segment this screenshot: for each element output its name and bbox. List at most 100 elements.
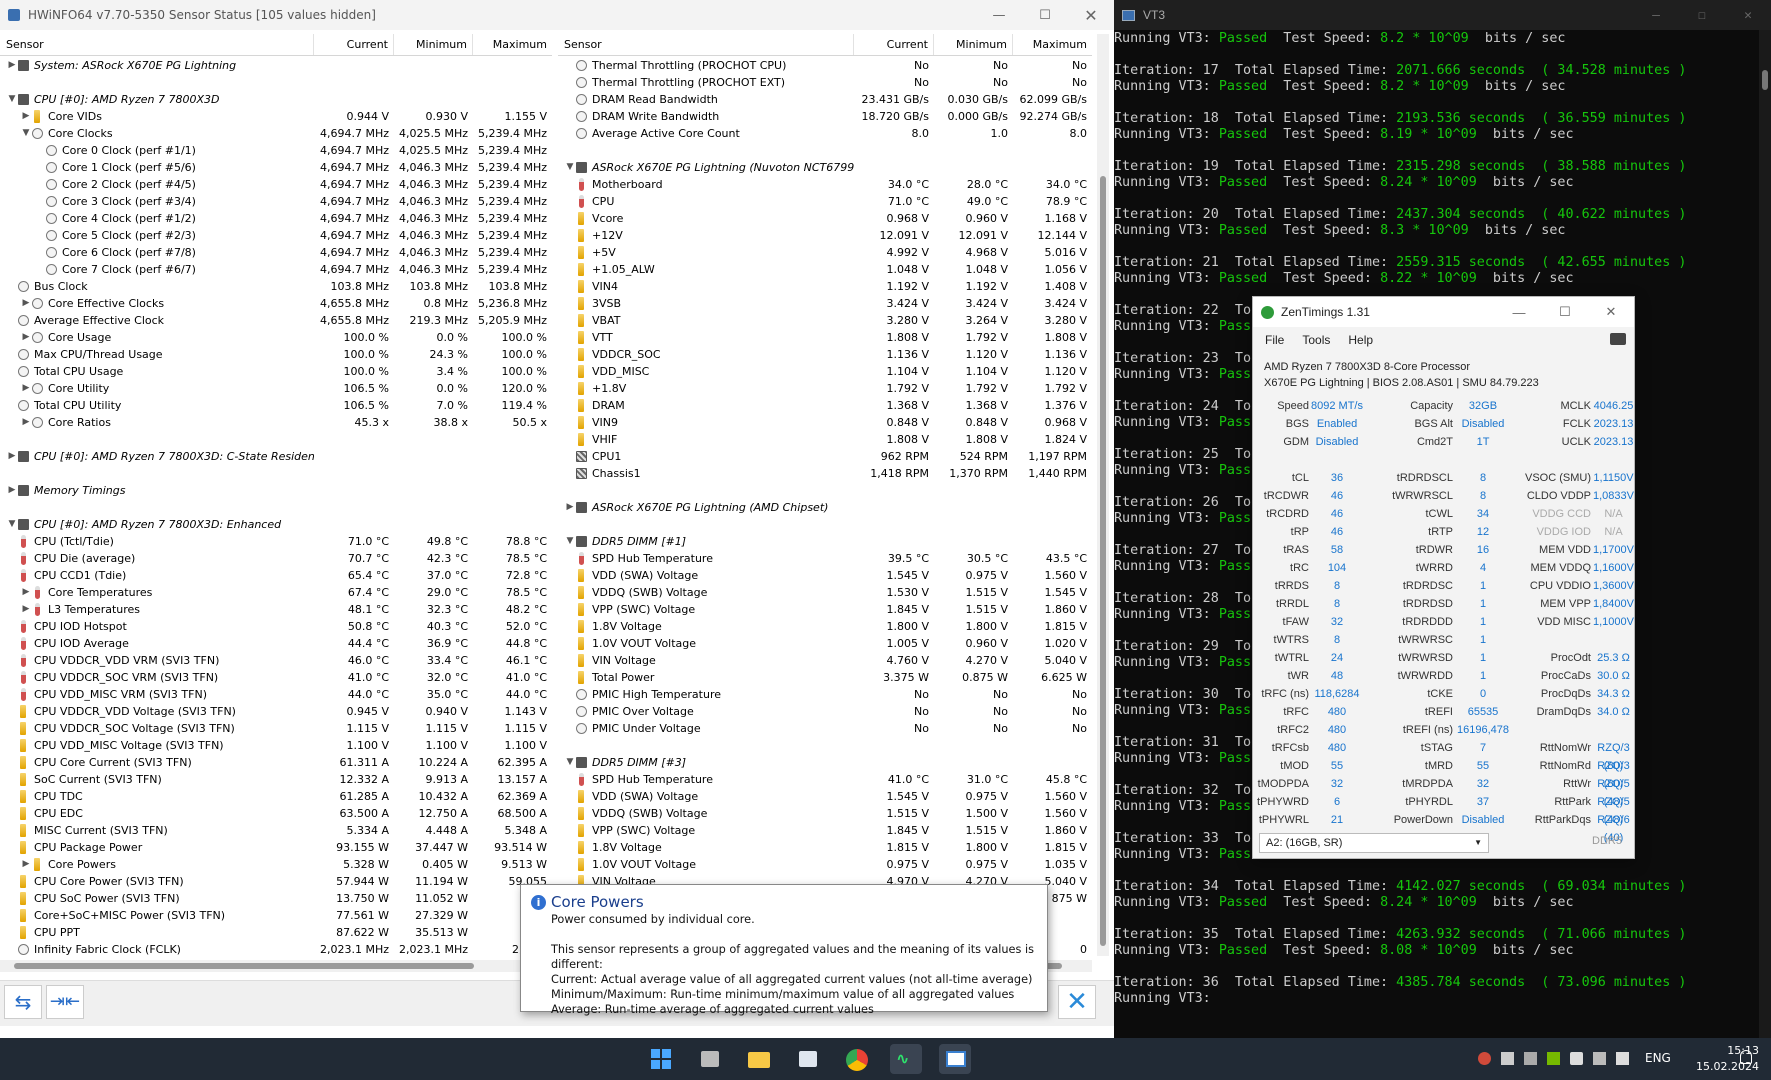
sensor-row[interactable]: +1.05_ALW 1.048 V 1.048 V 1.056 V xyxy=(558,261,1092,278)
taskbar-app-icon[interactable] xyxy=(792,1044,824,1074)
sensor-row[interactable]: VDD_MISC 1.104 V 1.104 V 1.120 V xyxy=(558,363,1092,380)
sensor-row[interactable]: ▶ Core Ratios 45.3 x 38.8 x 50.5 x xyxy=(0,414,552,431)
terminal-close-button[interactable]: ✕ xyxy=(1725,0,1771,30)
tray-icon-1[interactable] xyxy=(1478,1052,1491,1065)
sensor-group-header[interactable]: ▶ Memory Timings xyxy=(0,482,552,499)
hwinfo-taskbar-icon[interactable]: ∿ xyxy=(890,1044,922,1074)
sensor-row[interactable]: SoC Current (SVI3 TFN) 12.332 A 9.913 A 13.… xyxy=(0,771,552,788)
sensor-row[interactable]: Total CPU Usage 100.0 % 3.4 % 100.0 % xyxy=(0,363,552,380)
sensor-row[interactable]: CPU TDC 61.285 A 10.432 A 62.369 A xyxy=(0,788,552,805)
expand-toggle-icon[interactable]: ▶ xyxy=(20,601,32,618)
sensor-row[interactable]: Max CPU/Thread Usage 100.0 % 24.3 % 100.0 % xyxy=(0,346,552,363)
sensor-row[interactable]: VBAT 3.280 V 3.264 V 3.280 V xyxy=(558,312,1092,329)
sensor-row[interactable]: VDD (SWA) Voltage 1.545 V 0.975 V 1.560 V xyxy=(558,788,1092,805)
sensor-row[interactable]: VHIF 1.808 V 1.808 V 1.824 V xyxy=(558,431,1092,448)
expand-toggle-icon[interactable]: ▶ xyxy=(564,499,576,516)
sensor-row[interactable]: CPU PPT87.622 W35.513 W87.8 xyxy=(0,924,552,941)
sensor-row[interactable]: CPU Package Power 93.155 W 37.447 W 93.514 … xyxy=(0,839,552,856)
sensor-row[interactable]: Core 0 Clock (perf #1/1) 4,694.7 MHz 4,025… xyxy=(0,142,552,159)
sensor-row[interactable]: ▶ Core Effective Clocks 4,655.8 MHz 0.8 MHz… xyxy=(0,295,552,312)
sensor-row[interactable]: Core 6 Clock (perf #7/8) 4,694.7 MHz 4,046… xyxy=(0,244,552,261)
sensor-row[interactable]: CPU IOD Hotspot 50.8 °C 40.3 °C 52.0 °C xyxy=(0,618,552,635)
dimm-select[interactable]: A2: (16GB, SR) ▼ xyxy=(1259,833,1489,853)
sensor-row[interactable]: VIN Voltage 4.760 V 4.270 V 5.040 V xyxy=(558,652,1092,669)
sensor-row[interactable]: CPU SoC Power (SVI3 TFN) 13.750 W 11.052 W… xyxy=(0,890,552,907)
sensor-row[interactable]: MISC Current (SVI3 TFN) 5.334 A 4.448 A 5.3… xyxy=(0,822,552,839)
sensor-row[interactable]: VDD (SWA) Voltage 1.545 V 0.975 V 1.560 V xyxy=(558,567,1092,584)
sensor-row[interactable]: SPD Hub Temperature 41.0 °C 31.0 °C 45.8 °C xyxy=(558,771,1092,788)
terminal-maximize-button[interactable]: ☐ xyxy=(1679,0,1725,30)
file-explorer-icon[interactable] xyxy=(743,1044,775,1074)
sensor-row[interactable]: CPU1 962 RPM 524 RPM 1,197 RPM xyxy=(558,448,1092,465)
sensor-group-header[interactable]: ▶ CPU [#0]: AMD Ryzen 7 7800X3D: C-State … xyxy=(0,448,552,465)
expand-toggle-icon[interactable]: ▼ xyxy=(6,516,18,533)
terminal-minimize-button[interactable]: — xyxy=(1633,0,1679,30)
minimize-button[interactable]: — xyxy=(976,0,1022,30)
sensor-row[interactable]: Total CPU Utility 106.5 % 7.0 % 119.4 % xyxy=(0,397,552,414)
sensor-group-header[interactable]: ▼ CPU [#0]: AMD Ryzen 7 7800X3D xyxy=(0,91,552,108)
sensor-row[interactable]: Core 4 Clock (perf #1/2) 4,694.7 MHz 4,046… xyxy=(0,210,552,227)
sensor-row[interactable]: CPU VDDCR_VDD Voltage (SVI3 TFN) 0.945 V 0… xyxy=(0,703,552,720)
sensor-row[interactable]: Infinity Fabric Clock (FCLK) 2,023.1 MHz 2… xyxy=(0,941,552,957)
sensor-group-header[interactable]: ▼ ASRock X670E PG Lightning (Nuvoton NCT6… xyxy=(558,159,1092,176)
expand-toggle-icon[interactable]: ▶ xyxy=(20,295,32,312)
expand-toggle-icon[interactable]: ▶ xyxy=(20,329,32,346)
left-hscrollbar[interactable] xyxy=(0,960,552,972)
tray-icon-2[interactable] xyxy=(1501,1052,1514,1065)
zt-minimize-button[interactable]: — xyxy=(1496,297,1542,327)
sensor-group-header[interactable]: ▶ ASRock X670E PG Lightning (AMD Chipset) xyxy=(558,499,1092,516)
col-minimum-right[interactable]: Minimum xyxy=(934,34,1013,55)
sensor-row[interactable]: ▶ Core Temperatures 67.4 °C 29.0 °C 78.5 °C xyxy=(0,584,552,601)
sensor-row[interactable]: VPP (SWC) Voltage 1.845 V 1.515 V 1.860 V xyxy=(558,822,1092,839)
sensor-row[interactable]: VDDCR_SOC 1.136 V 1.120 V 1.136 V xyxy=(558,346,1092,363)
col-maximum[interactable]: Maximum xyxy=(473,34,552,55)
sensor-row[interactable]: CPU IOD Average 44.4 °C 36.9 °C 44.8 °C xyxy=(0,635,552,652)
tray-icons[interactable] xyxy=(1478,1052,1629,1065)
tray-icon-4[interactable] xyxy=(1593,1052,1606,1065)
right-vscroll-thumb[interactable] xyxy=(1100,176,1106,946)
sensor-row[interactable]: Core 3 Clock (perf #3/4) 4,694.7 MHz 4,046… xyxy=(0,193,552,210)
sensor-row[interactable]: Motherboard 34.0 °C 28.0 °C 34.0 °C xyxy=(558,176,1092,193)
start-button[interactable] xyxy=(645,1044,677,1074)
tray-icon-3[interactable] xyxy=(1524,1052,1537,1065)
sensor-group-header[interactable]: ▼ CPU [#0]: AMD Ryzen 7 7800X3D: Enhanced xyxy=(0,516,552,533)
sensor-row[interactable]: 1.8V Voltage 1.815 V 1.800 V 1.815 V xyxy=(558,839,1092,856)
sensor-row[interactable]: ▶ Core Powers 5.328 W 0.405 W 9.513 W xyxy=(0,856,552,873)
col-current-right[interactable]: Current xyxy=(854,34,934,55)
expand-toggle-icon[interactable]: ▼ xyxy=(6,91,18,108)
expand-toggle-icon[interactable]: ▼ xyxy=(564,159,576,176)
nav-left-right-button[interactable]: ⇆ xyxy=(4,985,42,1019)
sensor-row[interactable]: ▶ L3 Temperatures 48.1 °C 32.3 °C 48.2 °C xyxy=(0,601,552,618)
col-sensor-right[interactable]: Sensor xyxy=(558,34,854,55)
sensor-row[interactable]: ▶ Core Utility 106.5 % 0.0 % 120.0 % xyxy=(0,380,552,397)
sensor-row[interactable]: 3VSB 3.424 V 3.424 V 3.424 V xyxy=(558,295,1092,312)
language-indicator[interactable]: ENG xyxy=(1645,1051,1671,1065)
sensor-row[interactable]: CPU VDDCR_SOC Voltage (SVI3 TFN) 1.115 V 1… xyxy=(0,720,552,737)
maximize-button[interactable]: ☐ xyxy=(1022,0,1068,30)
terminal-vscroll-thumb[interactable] xyxy=(1762,70,1768,90)
expand-toggle-icon[interactable]: ▼ xyxy=(20,125,32,142)
sensor-row[interactable]: CPU VDDCR_SOC VRM (SVI3 TFN) 41.0 °C 32.0 … xyxy=(0,669,552,686)
notification-bell-icon[interactable] xyxy=(1740,1050,1752,1064)
sensor-row[interactable]: CPU VDD_MISC Voltage (SVI3 TFN) 1.100 V 1.… xyxy=(0,737,552,754)
expand-toggle-icon[interactable]: ▼ xyxy=(564,754,576,771)
terminal-vscrollbar[interactable] xyxy=(1759,30,1771,1038)
sensor-row[interactable]: Vcore 0.968 V 0.960 V 1.168 V xyxy=(558,210,1092,227)
task-view-icon[interactable] xyxy=(694,1044,726,1074)
sensor-row[interactable]: 1.0V VOUT Voltage 1.005 V 0.960 V 1.020 V xyxy=(558,635,1092,652)
sensor-row[interactable]: CPU Core Power (SVI3 TFN) 57.944 W 11.194 … xyxy=(0,873,552,890)
collapse-button[interactable]: ⇥⇤ xyxy=(46,985,84,1019)
volume-icon[interactable] xyxy=(1570,1052,1583,1065)
sensor-row[interactable]: DRAM 1.368 V 1.368 V 1.376 V xyxy=(558,397,1092,414)
sensor-row[interactable]: PMIC High Temperature No No No xyxy=(558,686,1092,703)
sensor-row[interactable]: CPU 71.0 °C 49.0 °C 78.9 °C xyxy=(558,193,1092,210)
close-button[interactable]: ✕ xyxy=(1068,0,1114,30)
sensor-row[interactable]: VIN4 1.192 V 1.192 V 1.408 V xyxy=(558,278,1092,295)
expand-toggle-icon[interactable]: ▶ xyxy=(20,414,32,431)
sensor-row[interactable]: CPU VDD_MISC VRM (SVI3 TFN) 44.0 °C 35.0 °… xyxy=(0,686,552,703)
menu-file[interactable]: File xyxy=(1265,329,1284,351)
sensor-row[interactable]: VDDQ (SWB) Voltage 1.530 V 1.515 V 1.545 V xyxy=(558,584,1092,601)
col-maximum-right[interactable]: Maximum xyxy=(1013,34,1092,55)
sensor-row[interactable]: CPU Core Current (SVI3 TFN) 61.311 A 10.22… xyxy=(0,754,552,771)
chrome-icon[interactable] xyxy=(841,1044,873,1074)
